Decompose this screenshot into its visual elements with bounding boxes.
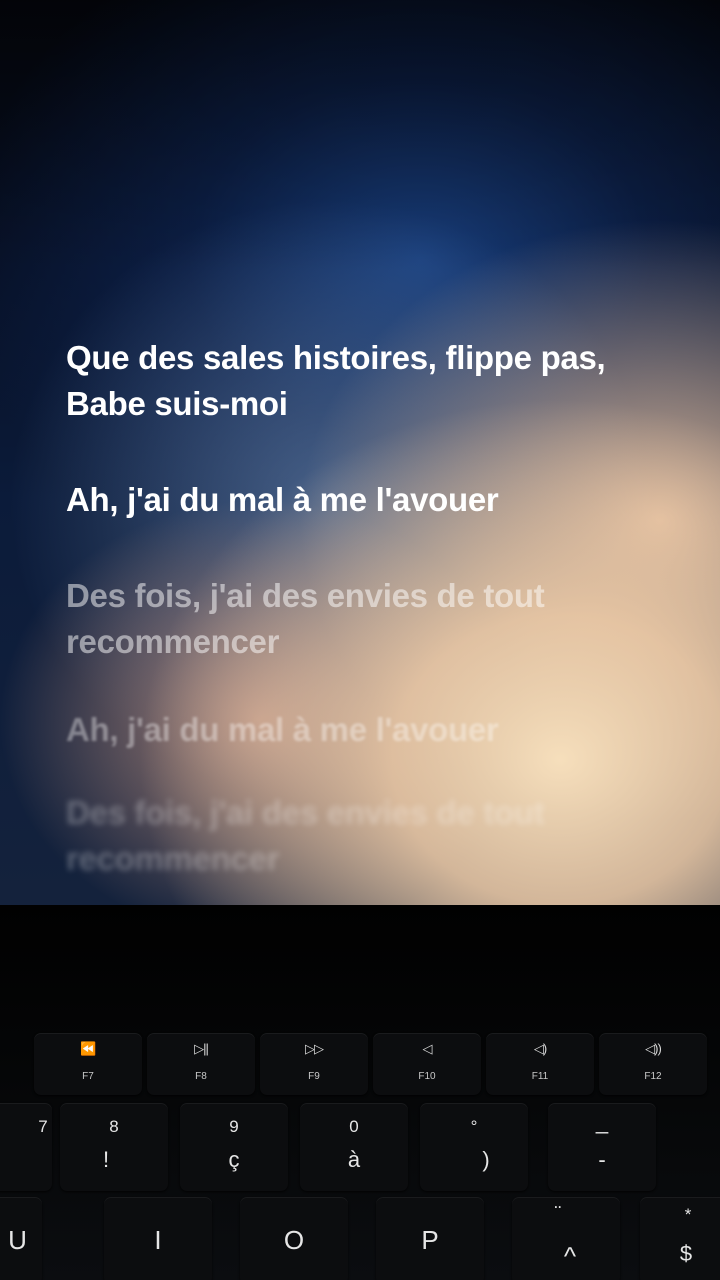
key-main-char: I <box>154 1225 162 1255</box>
lyric-line-past[interactable]: Que des sales histoires, flippe pas, Bab… <box>66 335 646 427</box>
key-circumflex[interactable]: ¨ ^ <box>512 1197 620 1280</box>
key-8[interactable]: 8 ! <box>60 1103 168 1191</box>
key-main-char: $ <box>679 1241 693 1266</box>
keyboard: ⏪ F7 ▷|| F8 ▷▷ F9 ◁ F10 ◁) F11 ◁)) F12 7… <box>0 905 720 1280</box>
lyric-line-upcoming[interactable]: Ah, j'ai du mal à me l'avouer <box>66 707 646 753</box>
key-f11[interactable]: ◁) F11 <box>486 1033 594 1095</box>
play-pause-icon: ▷|| <box>194 1041 209 1056</box>
key-f9[interactable]: ▷▷ F9 <box>260 1033 368 1095</box>
key-f12[interactable]: ◁)) F12 <box>599 1033 707 1095</box>
key-label: F9 <box>308 1071 320 1082</box>
key-top-char: ¨ <box>554 1203 562 1225</box>
key-p[interactable]: P <box>376 1197 484 1280</box>
mute-icon: ◁ <box>422 1041 433 1056</box>
key-o[interactable]: O <box>240 1197 348 1280</box>
key-dollar[interactable]: * $ <box>640 1197 720 1280</box>
key-label: F7 <box>82 1071 94 1082</box>
key-7[interactable]: 7 <box>0 1103 52 1191</box>
key-0[interactable]: 0 à <box>300 1103 408 1191</box>
key-top-char: ° <box>470 1117 478 1136</box>
key-label: F12 <box>644 1071 662 1082</box>
key-9[interactable]: 9 ç <box>180 1103 288 1191</box>
key-close-paren[interactable]: ° ) <box>420 1103 528 1191</box>
key-bottom-char: - <box>598 1147 606 1172</box>
key-f8[interactable]: ▷|| F8 <box>147 1033 255 1095</box>
key-main-char: O <box>283 1225 305 1255</box>
key-minus[interactable]: _ - <box>548 1103 656 1191</box>
lyrics-screen: Que des sales histoires, flippe pas, Bab… <box>0 0 720 905</box>
key-top-char: * <box>684 1205 692 1224</box>
rewind-icon: ⏪ <box>80 1041 96 1056</box>
key-bottom-char: à <box>347 1147 361 1172</box>
key-main-char: P <box>421 1225 439 1255</box>
key-top-char: 0 <box>349 1117 359 1136</box>
volume-down-icon: ◁) <box>533 1041 547 1056</box>
lyric-line-upcoming[interactable]: Des fois, j'ai des envies de tout recomm… <box>66 790 646 882</box>
key-top-char: 7 <box>38 1117 48 1136</box>
key-top-char: _ <box>595 1109 609 1134</box>
key-main-char: ^ <box>563 1241 577 1271</box>
key-label: F10 <box>418 1071 436 1082</box>
key-u[interactable]: U <box>0 1197 42 1280</box>
key-i[interactable]: I <box>104 1197 212 1280</box>
key-label: F11 <box>531 1071 549 1082</box>
lyric-line-current[interactable]: Ah, j'ai du mal à me l'avouer <box>66 477 646 523</box>
key-f10[interactable]: ◁ F10 <box>373 1033 481 1095</box>
key-top-char: 9 <box>229 1117 239 1136</box>
key-bottom-char: ) <box>482 1147 490 1172</box>
key-bottom-char: ç <box>228 1147 240 1172</box>
fast-forward-icon: ▷▷ <box>305 1041 324 1056</box>
key-top-char: 8 <box>109 1117 119 1136</box>
key-bottom-char: ! <box>102 1147 110 1172</box>
lyric-line-next[interactable]: Des fois, j'ai des envies de tout recomm… <box>66 573 646 665</box>
key-main-char: U <box>8 1225 27 1255</box>
key-f7[interactable]: ⏪ F7 <box>34 1033 142 1095</box>
key-label: F8 <box>195 1071 207 1082</box>
volume-up-icon: ◁)) <box>645 1041 662 1056</box>
